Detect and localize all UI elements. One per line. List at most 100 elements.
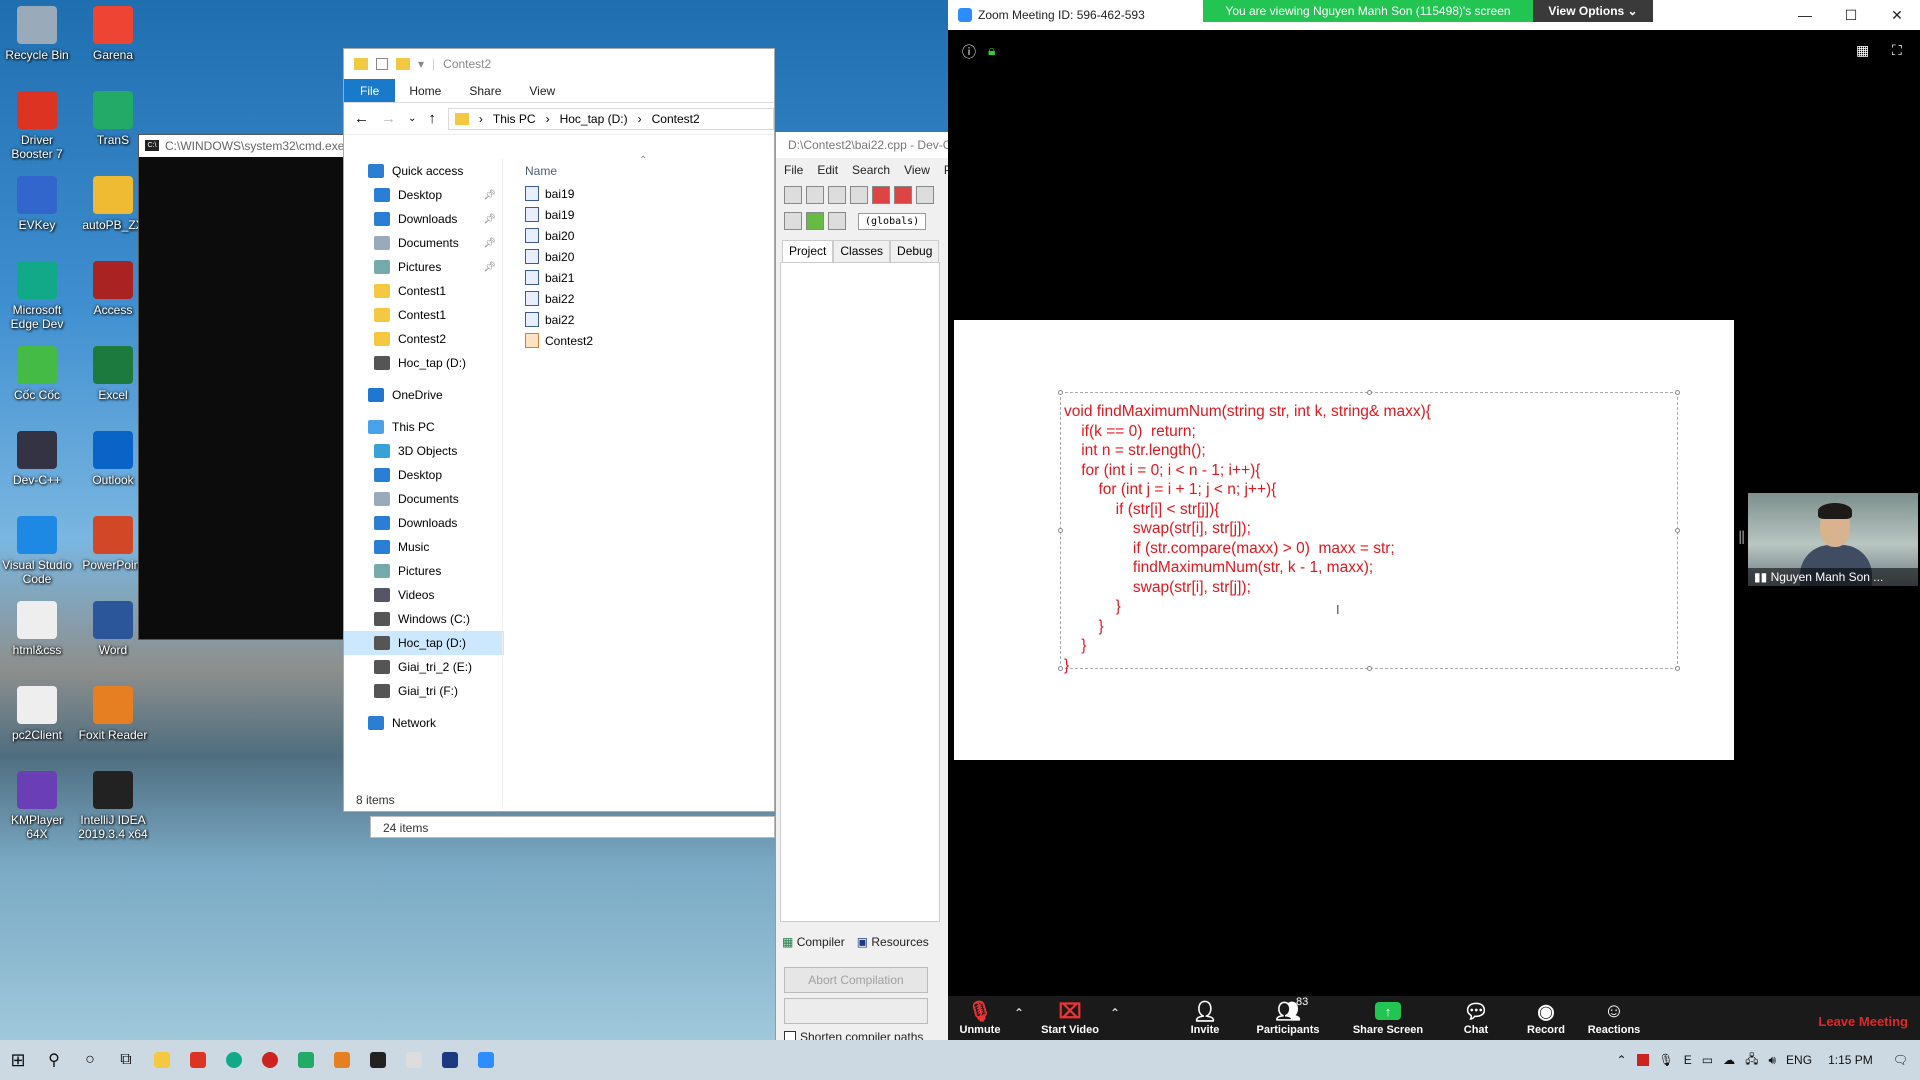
tab-home[interactable]: Home bbox=[395, 79, 455, 102]
breadcrumb[interactable]: › This PC › Hoc_tap (D:) › Contest2 bbox=[447, 107, 774, 130]
cortana-icon[interactable]: ○ bbox=[72, 1040, 108, 1080]
column-header-name[interactable]: Name ⌃ bbox=[519, 155, 769, 183]
show-hidden-icons-chevron-icon[interactable]: ⌃ bbox=[1616, 1053, 1626, 1067]
invite-button[interactable]: 👤︎ Invite bbox=[1173, 998, 1237, 1037]
tab-resources[interactable]: ▣ Resources bbox=[857, 935, 929, 949]
file-item[interactable]: bai20 bbox=[519, 225, 769, 246]
resize-handle[interactable] bbox=[1675, 666, 1680, 671]
desktop-shortcut[interactable]: Garena bbox=[76, 6, 150, 62]
project-tree[interactable] bbox=[780, 262, 940, 922]
qat-dropdown-icon[interactable]: ▾ bbox=[418, 57, 424, 71]
menu-search[interactable]: Search bbox=[852, 163, 890, 177]
save-all-icon[interactable] bbox=[850, 186, 868, 204]
network-icon[interactable]: 🖧︎ bbox=[1745, 1050, 1758, 1071]
file-item[interactable]: bai19 bbox=[519, 204, 769, 225]
minimize-icon[interactable]: — bbox=[1782, 0, 1828, 30]
file-explorer-window[interactable]: ▾ | Contest2 File Home Share View ← → ⌄ … bbox=[343, 48, 775, 812]
desktop-shortcut[interactable]: Foxit Reader bbox=[76, 686, 150, 742]
file-item[interactable]: bai19 bbox=[519, 183, 769, 204]
file-item[interactable]: bai22 bbox=[519, 288, 769, 309]
desktop-shortcut[interactable]: IntelliJ IDEA 2019.3.4 x64 bbox=[76, 771, 150, 841]
audio-options-chevron-icon[interactable]: ⌃ bbox=[1014, 1006, 1024, 1020]
clock[interactable]: 1:15 PM bbox=[1828, 1053, 1873, 1067]
nav-item[interactable]: Videos bbox=[344, 583, 504, 607]
volume-icon[interactable]: 🔊︎ bbox=[1768, 1053, 1776, 1068]
devcpp-window[interactable]: D:\Contest2\bai22.cpp - Dev-C++ File Edi… bbox=[775, 132, 956, 1062]
globals-dropdown[interactable]: (globals) bbox=[858, 212, 927, 230]
open-file-icon[interactable] bbox=[806, 186, 824, 204]
nav-item[interactable]: This PC bbox=[344, 415, 504, 439]
resize-handle[interactable] bbox=[1675, 390, 1680, 395]
taskbar-edge-icon[interactable] bbox=[216, 1040, 252, 1080]
nav-item[interactable]: Hoc_tap (D:) bbox=[344, 631, 504, 655]
maximize-icon[interactable]: ☐ bbox=[1828, 0, 1874, 30]
tab-view[interactable]: View bbox=[515, 79, 569, 102]
lock-icon[interactable]: 🔒︎ bbox=[988, 42, 995, 59]
tab-share[interactable]: Share bbox=[455, 79, 515, 102]
nav-item[interactable]: Documents bbox=[344, 487, 504, 511]
desktop-shortcut[interactable]: EVKey bbox=[0, 176, 74, 232]
share-screen-button[interactable]: ↑ Share Screen bbox=[1348, 998, 1428, 1036]
file-item[interactable]: Contest2 bbox=[519, 330, 769, 351]
breadcrumb-this-pc[interactable]: This PC bbox=[493, 112, 536, 126]
pane-divider[interactable] bbox=[502, 159, 503, 809]
file-item[interactable]: bai20 bbox=[519, 246, 769, 267]
forward-arrow-icon[interactable]: → bbox=[381, 110, 396, 127]
info-icon[interactable]: ⓘ bbox=[962, 42, 976, 62]
menu-file[interactable]: File bbox=[784, 163, 803, 177]
close-icon[interactable]: ✕ bbox=[1874, 0, 1920, 30]
desktop-shortcut[interactable]: pc2Client bbox=[0, 686, 74, 742]
menu-view[interactable]: View bbox=[904, 163, 930, 177]
taskbar-garena-icon[interactable] bbox=[180, 1040, 216, 1080]
participant-video[interactable]: ▮▮ Nguyen Manh Son ... bbox=[1748, 493, 1918, 586]
indent-icon[interactable] bbox=[784, 212, 802, 230]
close-all-icon[interactable] bbox=[894, 186, 912, 204]
zoom-window[interactable]: Zoom Meeting ID: 596-462-593 You are vie… bbox=[948, 0, 1920, 1044]
view-options-button[interactable]: View Options ⌄ bbox=[1533, 0, 1653, 22]
nav-item[interactable]: Network bbox=[344, 711, 504, 735]
desktop-shortcut[interactable]: Visual Studio Code bbox=[0, 516, 74, 586]
nav-item[interactable]: Hoc_tap (D:) bbox=[344, 351, 504, 375]
new-file-icon[interactable] bbox=[784, 186, 802, 204]
video-options-chevron-icon[interactable]: ⌃ bbox=[1110, 1006, 1120, 1020]
desktop-shortcut[interactable]: Recycle Bin bbox=[0, 6, 74, 62]
bookmark-icon[interactable] bbox=[828, 212, 846, 230]
nav-item[interactable]: Documents 📌︎ bbox=[344, 231, 504, 255]
unmute-button[interactable]: 🎙︎ Unmute bbox=[948, 998, 1012, 1037]
start-video-button[interactable]: ⌧ Start Video bbox=[1030, 998, 1110, 1037]
fullscreen-icon[interactable]: ⛶ bbox=[1892, 42, 1902, 59]
chat-button[interactable]: 💬︎ Chat bbox=[1444, 998, 1508, 1037]
abort-compilation-button[interactable]: Abort Compilation bbox=[784, 967, 928, 993]
new-folder-icon[interactable] bbox=[396, 58, 410, 70]
save-icon[interactable] bbox=[828, 186, 846, 204]
nav-item[interactable]: Windows (C:) bbox=[344, 607, 504, 631]
language-indicator[interactable]: ENG bbox=[1786, 1053, 1812, 1067]
nav-item[interactable]: Desktop bbox=[344, 463, 504, 487]
taskbar-explorer-icon[interactable] bbox=[144, 1040, 180, 1080]
resize-handle[interactable] bbox=[1058, 390, 1063, 395]
taskbar-zoom-icon[interactable] bbox=[468, 1040, 504, 1080]
nav-item[interactable]: OneDrive bbox=[344, 383, 504, 407]
back-arrow-icon[interactable]: ← bbox=[354, 110, 369, 127]
unindent-icon[interactable] bbox=[806, 212, 824, 230]
nav-item[interactable]: 3D Objects bbox=[344, 439, 504, 463]
desktop-shortcut[interactable]: Dev-C++ bbox=[0, 431, 74, 487]
battery-icon[interactable]: ▭ bbox=[1702, 1053, 1713, 1067]
close-file-icon[interactable] bbox=[872, 186, 890, 204]
splitter-handle-icon[interactable]: ‖ bbox=[1738, 528, 1745, 549]
notifications-icon[interactable]: 🗨︎ bbox=[1893, 1053, 1908, 1067]
menu-edit[interactable]: Edit bbox=[817, 163, 838, 177]
resize-handle[interactable] bbox=[1058, 666, 1063, 671]
file-item[interactable]: bai22 bbox=[519, 309, 769, 330]
onedrive-tray-icon[interactable]: ☁ bbox=[1723, 1053, 1735, 1067]
properties-icon[interactable] bbox=[376, 58, 388, 70]
resize-handle[interactable] bbox=[1675, 528, 1680, 533]
nav-item[interactable]: Pictures bbox=[344, 559, 504, 583]
nav-item[interactable]: Pictures 📌︎ bbox=[344, 255, 504, 279]
nav-item[interactable]: Downloads 📌︎ bbox=[344, 207, 504, 231]
nav-item[interactable]: Giai_tri_2 (E:) bbox=[344, 655, 504, 679]
desktop-shortcut[interactable]: Microsoft Edge Dev bbox=[0, 261, 74, 331]
desktop-shortcut[interactable]: Cốc Cốc bbox=[0, 346, 74, 402]
nav-item[interactable]: Quick access bbox=[344, 159, 504, 183]
breadcrumb-drive[interactable]: Hoc_tap (D:) bbox=[560, 112, 628, 126]
